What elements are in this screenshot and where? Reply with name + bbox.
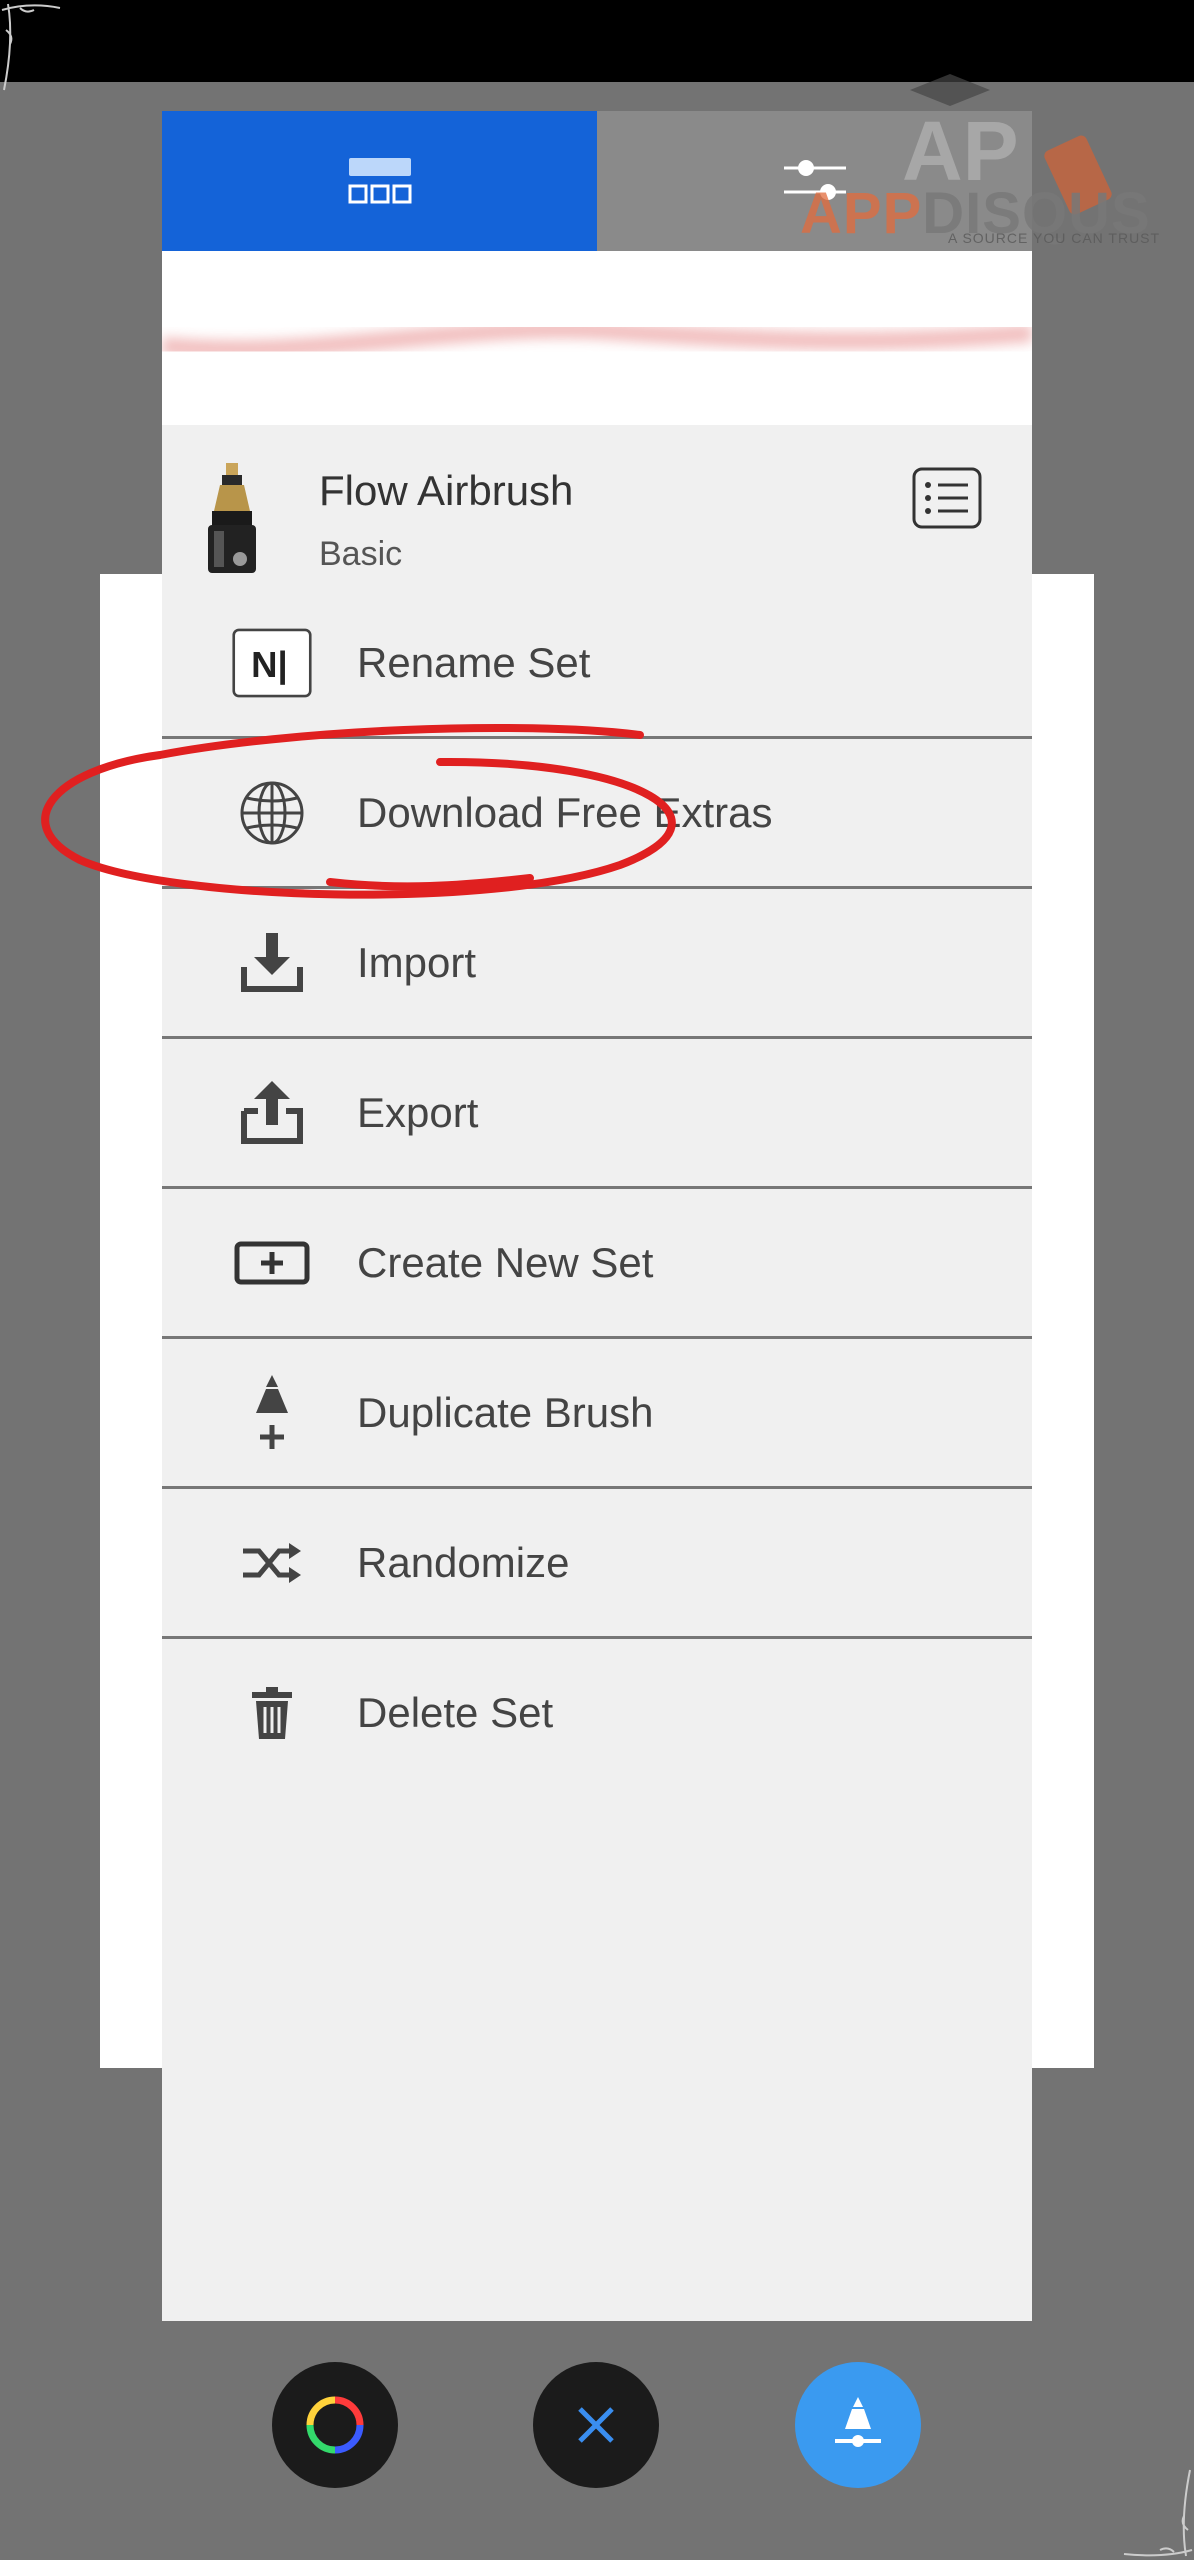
tab-brush-library[interactable]	[162, 111, 597, 251]
menu-item-label: Delete Set	[357, 1688, 554, 1736]
rename-icon: N|	[232, 623, 312, 703]
menu-item-label: Duplicate Brush	[357, 1388, 654, 1436]
color-wheel-icon	[306, 2396, 364, 2454]
airbrush-thumbnail	[208, 463, 256, 573]
brush-button[interactable]	[795, 2362, 921, 2488]
brush-panel: Flow Airbrush Basic N| Rename Set Downlo…	[162, 111, 1032, 2321]
brush-tool-icon	[835, 2397, 881, 2447]
sliders-icon	[783, 160, 846, 200]
menu-item-create-new-set[interactable]: Create New Set	[162, 1189, 1032, 1339]
shuffle-icon	[232, 1523, 312, 1603]
menu-item-duplicate-brush[interactable]: Duplicate Brush	[162, 1339, 1032, 1489]
brush-header: Flow Airbrush Basic	[162, 425, 1032, 579]
menu-item-label: Rename Set	[357, 638, 591, 686]
trash-icon	[232, 1673, 312, 1753]
corner-ornament-bottom-right	[1123, 2469, 1193, 2557]
menu-item-label: Create New Set	[357, 1238, 654, 1286]
status-bar	[0, 0, 1194, 82]
export-icon	[232, 1073, 312, 1153]
menu-item-randomize[interactable]: Randomize	[162, 1489, 1032, 1639]
brush-set-name: Basic	[319, 535, 403, 573]
menu-item-download-free-extras[interactable]: Download Free Extras	[162, 739, 1032, 889]
brush-set-menu: N| Rename Set Download Free Extras Impor…	[162, 589, 1032, 1786]
color-picker-button[interactable]	[272, 2362, 398, 2488]
tab-brush-settings[interactable]	[597, 111, 1032, 251]
menu-item-label: Download Free Extras	[357, 788, 773, 836]
menu-item-import[interactable]: Import	[162, 889, 1032, 1039]
menu-item-label: Randomize	[357, 1538, 570, 1586]
close-button[interactable]	[533, 2362, 659, 2488]
menu-item-export[interactable]: Export	[162, 1039, 1032, 1189]
rename-icon-glyph: N|	[251, 643, 288, 685]
add-set-icon	[232, 1223, 312, 1303]
menu-item-delete-set[interactable]: Delete Set	[162, 1639, 1032, 1786]
brush-list-icon[interactable]	[912, 467, 982, 529]
brush-library-icon	[348, 158, 411, 204]
duplicate-brush-icon	[232, 1373, 312, 1453]
brush-stroke-preview	[162, 251, 1032, 425]
menu-item-label: Import	[357, 938, 477, 986]
menu-item-label: Export	[357, 1088, 479, 1136]
globe-icon	[232, 773, 312, 853]
close-icon	[578, 2407, 614, 2443]
brush-name: Flow Airbrush	[319, 467, 574, 514]
import-icon	[232, 923, 312, 1003]
panel-tabs	[162, 111, 1032, 251]
menu-item-rename-set[interactable]: N| Rename Set	[162, 589, 1032, 739]
